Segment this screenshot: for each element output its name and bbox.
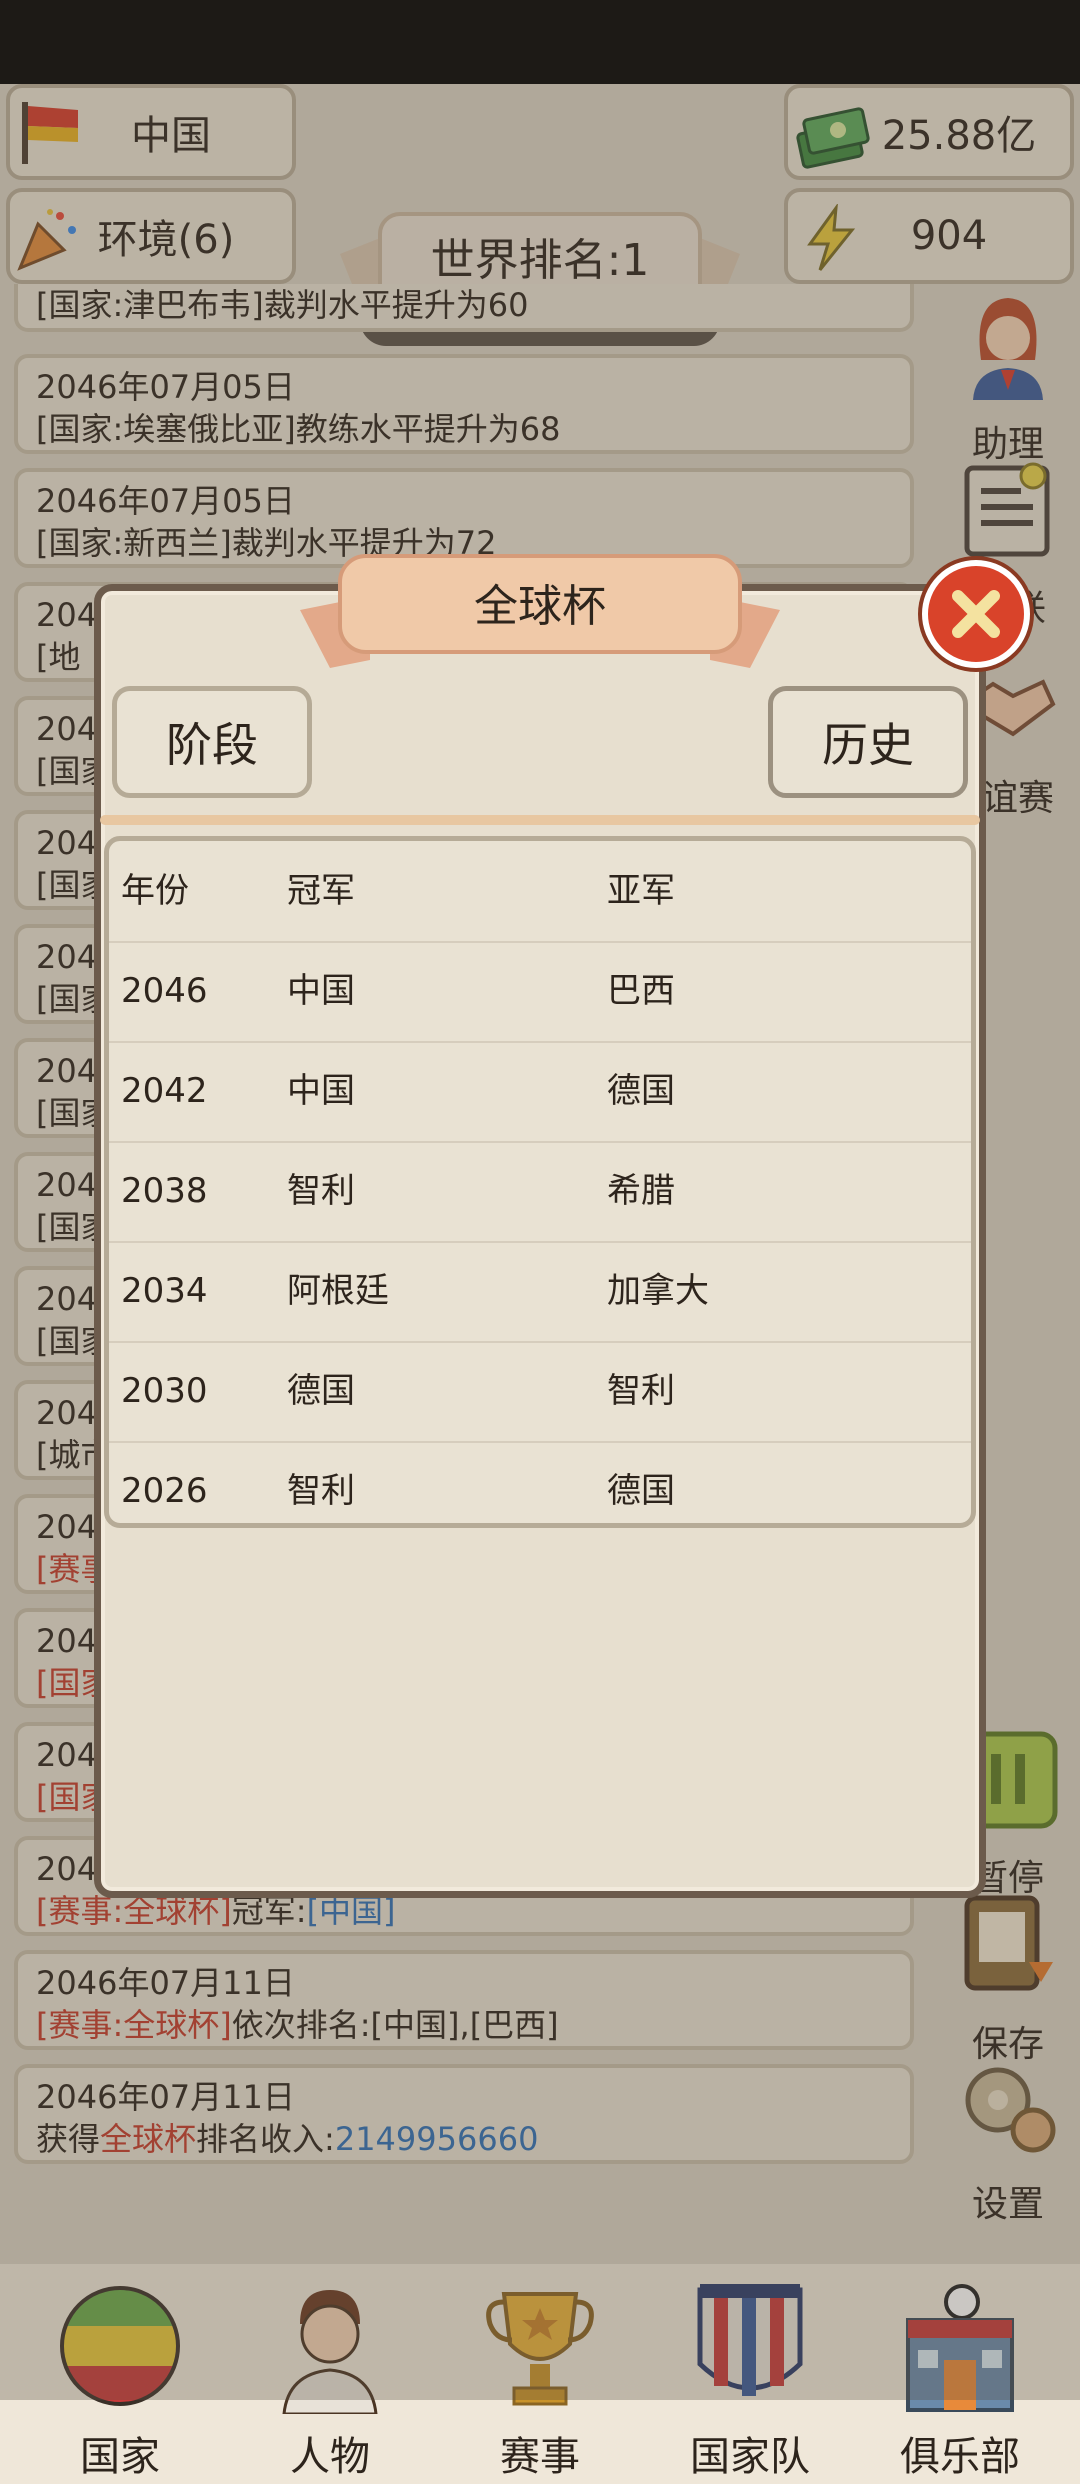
history-table: 年份 冠军 亚军 2046 中国 巴西 2042 中国 德国 2038 智利 希… bbox=[104, 836, 976, 1528]
cell-year: 2046 bbox=[121, 971, 208, 1011]
cell-runner-up: 希腊 bbox=[607, 1171, 675, 1211]
header-runner-up: 亚军 bbox=[607, 871, 675, 911]
tab-stage[interactable]: 阶段 bbox=[112, 686, 312, 798]
modal-title: 全球杯 bbox=[474, 581, 606, 632]
nav-country-label: 国家 bbox=[80, 2434, 160, 2480]
cell-year: 2042 bbox=[121, 1071, 208, 1111]
cell-year: 2038 bbox=[121, 1171, 208, 1211]
cell-runner-up: 智利 bbox=[607, 1371, 675, 1411]
tab-history-label: 历史 bbox=[822, 718, 914, 772]
table-row: 2030 德国 智利 bbox=[109, 1341, 971, 1443]
modal-title-ribbon: 全球杯 bbox=[300, 540, 780, 690]
cell-champion: 智利 bbox=[287, 1171, 355, 1211]
table-row: 2038 智利 希腊 bbox=[109, 1141, 971, 1243]
cell-runner-up: 德国 bbox=[607, 1471, 675, 1511]
nav-events-label: 赛事 bbox=[500, 2434, 580, 2480]
cell-year: 2030 bbox=[121, 1371, 208, 1411]
table-row: 2046 中国 巴西 bbox=[109, 941, 971, 1043]
cell-year: 2026 bbox=[121, 1471, 208, 1511]
table-row: 2034 阿根廷 加拿大 bbox=[109, 1241, 971, 1343]
cell-runner-up: 德国 bbox=[607, 1071, 675, 1111]
nav-national-team-label: 国家队 bbox=[690, 2434, 810, 2480]
cell-champion: 德国 bbox=[287, 1371, 355, 1411]
close-button[interactable] bbox=[922, 560, 1030, 668]
cell-runner-up: 加拿大 bbox=[607, 1271, 709, 1311]
close-icon bbox=[952, 590, 1000, 638]
cell-champion: 中国 bbox=[287, 1071, 355, 1111]
modal-divider bbox=[100, 815, 980, 825]
cell-year: 2034 bbox=[121, 1271, 208, 1311]
cell-champion: 智利 bbox=[287, 1471, 355, 1511]
header-year: 年份 bbox=[121, 871, 189, 911]
tab-stage-label: 阶段 bbox=[166, 718, 258, 772]
table-row: 2042 中国 德国 bbox=[109, 1041, 971, 1143]
nav-people-label: 人物 bbox=[290, 2434, 370, 2480]
tab-history[interactable]: 历史 bbox=[768, 686, 968, 798]
cell-champion: 中国 bbox=[287, 971, 355, 1011]
cell-champion: 阿根廷 bbox=[287, 1271, 389, 1311]
cell-runner-up: 巴西 bbox=[607, 971, 675, 1011]
nav-club-label: 俱乐部 bbox=[900, 2434, 1020, 2480]
header-champion: 冠军 bbox=[287, 871, 355, 911]
table-header-row: 年份 冠军 亚军 bbox=[109, 841, 971, 943]
table-row: 2026 智利 德国 bbox=[109, 1441, 971, 1523]
